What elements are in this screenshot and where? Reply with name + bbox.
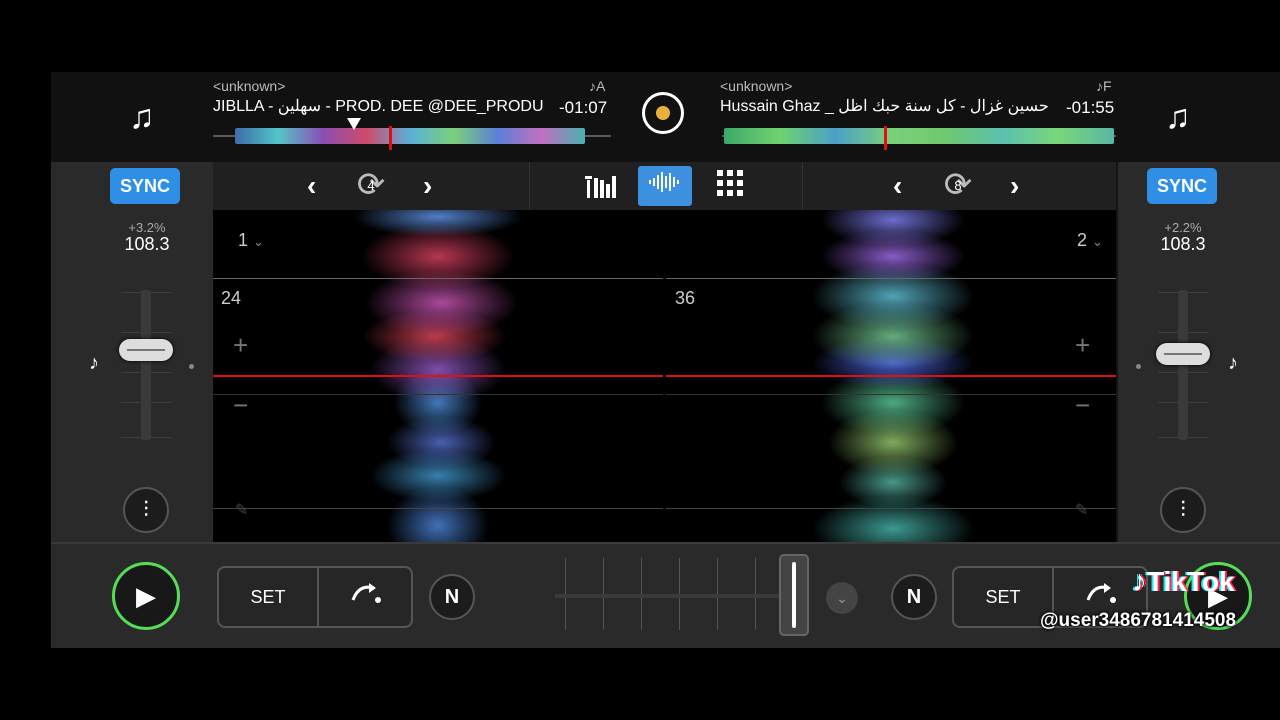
deck-b-beat-counter: 36	[675, 288, 696, 308]
deck-b-library-icon[interactable]: ♫	[1165, 98, 1191, 137]
deck-a-bpm: 108.3	[124, 234, 170, 254]
deck-a-pitch-fader[interactable]	[141, 290, 151, 440]
waveform-view-icon[interactable]	[638, 166, 692, 206]
bottom-controls: ▶ SET N ⌄ N SET ▶	[51, 542, 1280, 648]
deck-b-zoom-out-minus-icon[interactable]: −	[1075, 390, 1090, 421]
record-button[interactable]	[642, 92, 684, 134]
deck-b-artist: <unknown>	[720, 78, 793, 94]
deck-a-number[interactable]: 1 ⌄	[238, 230, 264, 251]
deck-b-edit-pencil-icon[interactable]: ✎	[1075, 500, 1088, 520]
deck-a-set-cue-button[interactable]: SET	[219, 568, 317, 626]
deck-a-pitch-percent: +3.2%	[128, 220, 166, 235]
deck-b-pitch-percent: +2.2%	[1164, 220, 1202, 235]
deck-a-position-marker-icon	[347, 118, 361, 130]
deck-b-pitch-fader[interactable]	[1178, 290, 1188, 440]
deck-b-number[interactable]: 2 ⌄	[1077, 230, 1103, 251]
tiktok-logo-icon: ♪	[1132, 565, 1147, 598]
deck-a-artist: <unknown>	[213, 78, 286, 94]
deck-b-bpm: 108.3	[1160, 234, 1206, 254]
deck-b-key: ♪F	[1096, 78, 1112, 94]
deck-a-playhead	[389, 126, 392, 150]
deck-b-loop-icon[interactable]: ⟳ 8	[936, 168, 980, 202]
pads-view-grid-icon[interactable]	[717, 170, 743, 203]
deck-a-eq-button[interactable]: ⫶	[123, 487, 169, 533]
deck-b-title: Hussain Ghaz _ حسين غزال - كل سنة حبك اظ…	[720, 98, 1049, 115]
deck-a-key: ♪A	[589, 78, 606, 94]
deck-a-play-button[interactable]: ▶	[112, 562, 180, 630]
crossfader-knob[interactable]	[779, 554, 809, 636]
deck-b-playhead	[884, 126, 887, 150]
deck-b-side-panel: SYNC +2.2% 108.3 ♪ ⫶	[1118, 162, 1280, 542]
deck-b-neural-mix-button[interactable]: N	[891, 574, 937, 620]
deck-a-side-panel: SYNC +3.2% 108.3 ♪ ⫶	[51, 162, 213, 542]
deck-b-overview-waveform[interactable]	[722, 126, 1116, 150]
toolbar: ‹ ⟳ 4 › ‹ ⟳ 8 ›	[213, 162, 1116, 210]
deck-a-info[interactable]: <unknown> JIBLLA - سهلين - PROD. DEE @DE…	[213, 78, 613, 158]
deck-a-loop-size: 4	[367, 178, 375, 193]
mixer-view-icon[interactable]	[585, 170, 617, 207]
deck-a-cue-jump-arrow-icon[interactable]	[319, 568, 413, 626]
tiktok-watermark: ♪TikTok	[1132, 565, 1235, 598]
deck-a-zoom-out-minus-icon[interactable]: −	[233, 390, 248, 421]
deck-a-loop-increase-chevron-right-icon[interactable]: ›	[423, 170, 432, 202]
deck-a-loop-icon[interactable]: ⟳ 4	[349, 168, 393, 202]
deck-b-loop-size: 8	[954, 178, 962, 193]
header: ♫ <unknown> JIBLLA - سهلين - PROD. DEE @…	[51, 72, 1280, 162]
deck-b-loop-increase-chevron-right-icon[interactable]: ›	[1010, 170, 1019, 202]
deck-b-cue-line	[666, 375, 1116, 377]
deck-a-cue-line	[213, 375, 663, 377]
deck-a-library-icon[interactable]: ♫	[129, 98, 155, 137]
deck-b-zoom-in-plus-icon[interactable]: +	[1075, 330, 1090, 361]
deck-a-edit-pencil-icon[interactable]: ✎	[235, 500, 248, 520]
deck-a-loop-decrease-chevron-left-icon[interactable]: ‹	[307, 170, 316, 202]
deck-b-set-cue-button[interactable]: SET	[954, 568, 1052, 626]
deck-a-keylock-icon[interactable]: ♪	[89, 352, 99, 375]
tiktok-username: @user3486781414508	[1040, 610, 1237, 631]
deck-a-neural-mix-button[interactable]: N	[429, 574, 475, 620]
deck-b-sync-button[interactable]: SYNC	[1147, 168, 1217, 204]
crossfader[interactable]	[555, 554, 809, 638]
deck-b-loop-decrease-chevron-left-icon[interactable]: ‹	[893, 170, 902, 202]
deck-a-cue-group: SET	[217, 566, 413, 628]
crossfader-dropdown-chevron-down-icon[interactable]: ⌄	[826, 582, 858, 614]
deck-a-zoom-in-plus-icon[interactable]: +	[233, 330, 248, 361]
deck-b-eq-button[interactable]: ⫶	[1160, 487, 1206, 533]
deck-a-time: -01:07	[559, 98, 608, 117]
deck-a-pitch-fader-knob[interactable]	[119, 339, 173, 361]
deck-b-time: -01:55	[1066, 98, 1115, 117]
scrolling-waveform-area[interactable]: 1 ⌄ 2 ⌄ 24 36 + + − − ✎ ✎	[213, 210, 1116, 542]
deck-b-keylock-icon[interactable]: ♪	[1228, 352, 1238, 375]
deck-a-title: JIBLLA - سهلين - PROD. DEE @DEE_PRODU	[213, 98, 544, 115]
deck-b-info[interactable]: <unknown> Hussain Ghaz _ حسين غزال - كل …	[720, 78, 1120, 158]
dj-app: ♫ <unknown> JIBLLA - سهلين - PROD. DEE @…	[51, 72, 1280, 648]
deck-a-overview-waveform[interactable]	[213, 118, 611, 150]
deck-a-beat-counter: 24	[221, 288, 242, 308]
deck-b-pitch-fader-knob[interactable]	[1156, 343, 1210, 365]
deck-a-sync-button[interactable]: SYNC	[110, 168, 180, 204]
